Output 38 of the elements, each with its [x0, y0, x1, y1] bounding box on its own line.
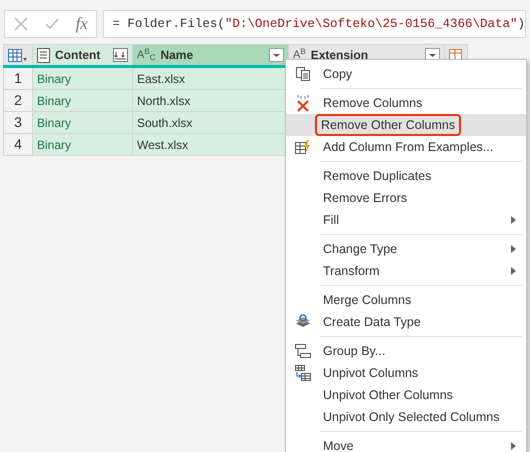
menu-item[interactable]: Fill: [286, 209, 526, 231]
menu-item[interactable]: Merge Columns: [286, 289, 526, 311]
group-by-icon: [295, 343, 311, 359]
menu-item[interactable]: Move: [286, 435, 526, 452]
menu-item[interactable]: Change Type: [286, 238, 526, 260]
menu-item[interactable]: Unpivot Only Selected Columns: [286, 406, 526, 428]
checkmark-icon[interactable]: [44, 18, 59, 30]
table-cell: Binary: [32, 134, 132, 156]
fx-button[interactable]: fx: [76, 11, 88, 37]
table-cell: Binary: [32, 90, 132, 112]
menu-item[interactable]: Remove Duplicates: [286, 165, 526, 187]
table-cell: Binary: [32, 112, 132, 134]
menu-item[interactable]: Remove Columns: [286, 92, 526, 114]
dropdown-icon[interactable]: [269, 48, 284, 62]
menu-item[interactable]: Unpivot Other Columns: [286, 384, 526, 406]
menu-item[interactable]: Group By...: [286, 340, 526, 362]
table-menu-icon[interactable]: [8, 48, 28, 63]
list-type-icon: [37, 48, 50, 62]
menu-item[interactable]: Remove Errors: [286, 187, 526, 209]
delete-column-icon: [295, 94, 311, 112]
menu-item[interactable]: Transform: [286, 260, 526, 282]
row-number: 2: [4, 90, 32, 112]
text-type-icon: A$^{B}$: [293, 50, 306, 60]
formula-field[interactable]: = Folder.Files("D:\OneDrive\Softeko\25-0156_4366\Data"): [103, 10, 526, 38]
row-number: 4: [4, 134, 32, 156]
row-number: 1: [4, 66, 32, 90]
copy-icon: [295, 66, 311, 82]
layers-icon: [295, 314, 311, 330]
expand-icon[interactable]: [113, 48, 128, 62]
menu-item[interactable]: Unpivot Columns: [286, 362, 526, 384]
table-cell: Binary: [32, 66, 132, 90]
table-lightning-icon: [295, 139, 311, 155]
unpivot-icon: [295, 365, 311, 381]
menu-item[interactable]: Add Column From Examples...: [286, 136, 526, 158]
column-header[interactable]: Content: [32, 44, 132, 66]
menu-item[interactable]: Remove Other Columns: [286, 114, 526, 136]
row-number: 3: [4, 112, 32, 134]
menu-item[interactable]: Create Data Type: [286, 311, 526, 333]
